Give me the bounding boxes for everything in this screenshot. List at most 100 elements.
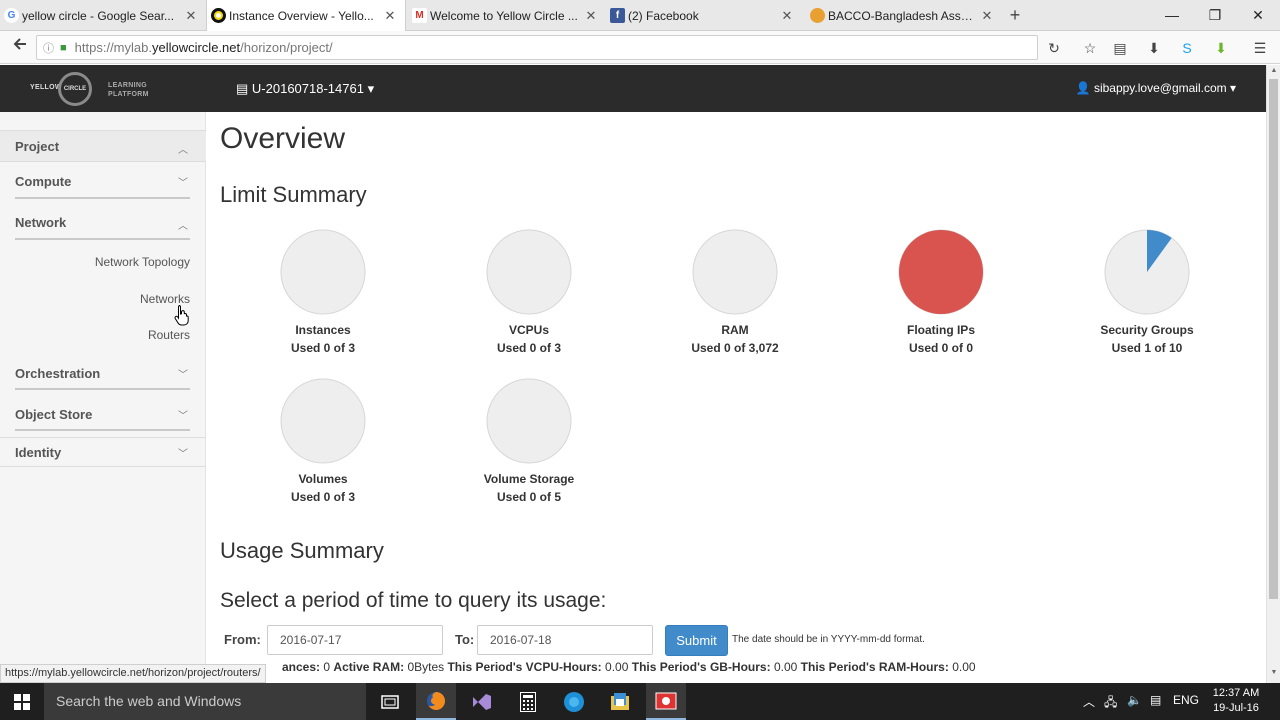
browser-tab-active[interactable]: Instance Overview - Yello... ✕ (206, 0, 406, 32)
submit-button[interactable]: Submit (665, 625, 728, 656)
browser-tab[interactable]: G yellow circle - Google Sear... ✕ (0, 0, 206, 31)
volume-icon[interactable]: 🔈 (1127, 693, 1142, 707)
bacco-icon (810, 8, 825, 23)
visual-studio-icon[interactable] (462, 683, 502, 720)
chevron-down-icon: ﹀ (178, 370, 188, 381)
scrollbar-thumb[interactable] (1269, 79, 1278, 599)
lock-icon: ■ (60, 41, 67, 54)
pie-background (486, 229, 572, 315)
close-window-icon[interactable]: ✕ (1248, 5, 1268, 25)
sidebar-divider (15, 388, 190, 390)
url-prefix: https://mylab. (74, 40, 152, 55)
pie-label: Instances (295, 323, 351, 337)
tray-chevron-up-icon[interactable]: ︿ (1083, 693, 1095, 710)
close-tab-icon[interactable]: ✕ (383, 8, 397, 24)
stat-value: 0.00 (605, 660, 629, 674)
chevron-down-icon: ﹀ (178, 449, 188, 460)
input-language[interactable]: ENG (1173, 693, 1199, 707)
tab-label: Instance Overview - Yello... (229, 9, 374, 23)
minimize-icon[interactable]: — (1162, 5, 1182, 25)
gmail-icon: M (412, 8, 427, 23)
tab-label: BACCO-Bangladesh Asso... (828, 8, 974, 23)
browser-tab[interactable]: BACCO-Bangladesh Asso... ✕ (806, 0, 1002, 31)
sidebar-divider (15, 429, 190, 431)
user-email: sibappy.love@gmail.com (1093, 81, 1227, 95)
pie-usage: Used 0 of 0 (908, 341, 974, 355)
user-icon: 👤 (1075, 81, 1091, 95)
stat-label: This Period's VCPU-Hours: (447, 660, 602, 674)
user-menu[interactable]: 👤 sibappy.love@gmail.com ▾ (1076, 81, 1236, 95)
sidebar-label: Compute (15, 174, 72, 189)
folder-icon: ▤ (236, 81, 249, 96)
sidebar-item-routers[interactable]: Routers (148, 328, 190, 342)
taskbar-clock[interactable]: 12:37 AM 19-Jul-16 (1206, 686, 1266, 716)
logo-tagline-line: PLATFORM (108, 91, 149, 98)
pie-label: RAM (721, 323, 749, 337)
close-tab-icon[interactable]: ✕ (584, 8, 598, 24)
sidebar-item-project[interactable]: Project ︿ (0, 130, 206, 162)
sidebar-label: Network (15, 215, 67, 230)
info-icon[interactable]: ⓘ (43, 40, 54, 56)
sidebar-divider (0, 437, 206, 438)
bookmark-star-icon[interactable]: ☆ (1080, 38, 1100, 58)
project-name: U-20160718-14761 (251, 81, 364, 96)
yellowcircle-logo[interactable]: CIRCLE (58, 72, 92, 106)
idm-download-icon[interactable]: ⬇ (1211, 38, 1231, 58)
screen-recorder-icon[interactable] (646, 683, 686, 720)
browser-tab[interactable]: f (2) Facebook ✕ (606, 0, 802, 31)
reload-icon[interactable]: ↻ (1044, 38, 1064, 58)
restore-icon[interactable]: ❐ (1205, 5, 1225, 25)
chevron-down-icon: ﹀ (178, 178, 188, 189)
action-center-icon[interactable]: ▤ (1150, 693, 1161, 707)
browser-toolbar: ⓘ ■ https://mylab. yellowcircle.net/horiz… (0, 31, 1280, 64)
page-scrollbar[interactable]: ▲ ▼ (1266, 65, 1280, 683)
sidebar-item-network-topology[interactable]: Network Topology (95, 255, 190, 269)
browser-tab[interactable]: M Welcome to Yellow Circle ... ✕ (408, 0, 606, 31)
browser-tab-strip: G yellow circle - Google Sear... ✕ Insta… (0, 0, 1280, 32)
pie-instances (280, 229, 366, 315)
pie-label: Volumes (298, 472, 348, 486)
scroll-up-icon[interactable]: ▲ (1267, 67, 1280, 79)
skype-icon[interactable]: S (1177, 38, 1197, 58)
pie-ram (692, 229, 778, 315)
close-tab-icon[interactable]: ✕ (184, 8, 198, 24)
pie-usage: Used 1 of 10 (1111, 341, 1183, 355)
firefox-icon[interactable] (416, 683, 456, 720)
file-explorer-icon[interactable] (600, 683, 640, 720)
tab-label: yellow circle - Google Sear... (22, 8, 175, 23)
reading-list-icon[interactable]: ▤ (1110, 38, 1130, 58)
from-date-input[interactable] (267, 625, 443, 655)
close-tab-icon[interactable]: ✕ (980, 8, 994, 24)
url-domain: yellowcircle.net (151, 40, 241, 55)
menu-icon[interactable]: ☰ (1250, 38, 1270, 58)
pie-volumes (280, 378, 366, 464)
taskbar-search-input[interactable]: Search the web and Windows (44, 683, 366, 720)
calculator-icon[interactable] (508, 683, 548, 720)
network-icon[interactable]: 🖧 (1104, 693, 1117, 714)
download-icon[interactable]: ⬇ (1144, 38, 1164, 58)
windows-start-icon[interactable] (0, 683, 44, 720)
stat-label: This Period's GB-Hours: (631, 660, 771, 674)
google-icon: G (4, 8, 19, 23)
logo-tagline: LEARNING PLATFORM (108, 81, 149, 99)
address-bar[interactable]: ⓘ ■ https://mylab. yellowcircle.net/horiz… (36, 35, 1038, 60)
project-selector[interactable]: ▤ U-20160718-14761 ▾ (236, 81, 374, 97)
clock-date: 19-Jul-16 (1213, 702, 1259, 714)
pie-volume-storage (486, 378, 572, 464)
logo-text: YELLOW (30, 84, 62, 91)
pie-usage: Used 0 of 3,072 (691, 341, 779, 355)
close-tab-icon[interactable]: ✕ (780, 8, 794, 24)
sidebar-label: Project (15, 139, 60, 154)
to-date-input[interactable] (477, 625, 653, 655)
stat-value: 0Bytes (407, 660, 445, 674)
pie-label: Volume Storage (483, 472, 575, 486)
limit-summary-heading: Limit Summary (220, 182, 367, 207)
new-tab-icon[interactable]: + (1006, 5, 1024, 25)
browser-edge-icon[interactable] (554, 683, 594, 720)
back-icon[interactable] (8, 36, 32, 58)
stat-label: ances: (282, 660, 321, 674)
tab-label: (2) Facebook (628, 8, 699, 23)
pie-usage: Used 0 of 3 (290, 490, 356, 504)
scroll-down-icon[interactable]: ▼ (1267, 669, 1280, 681)
task-view-icon[interactable] (370, 683, 410, 720)
